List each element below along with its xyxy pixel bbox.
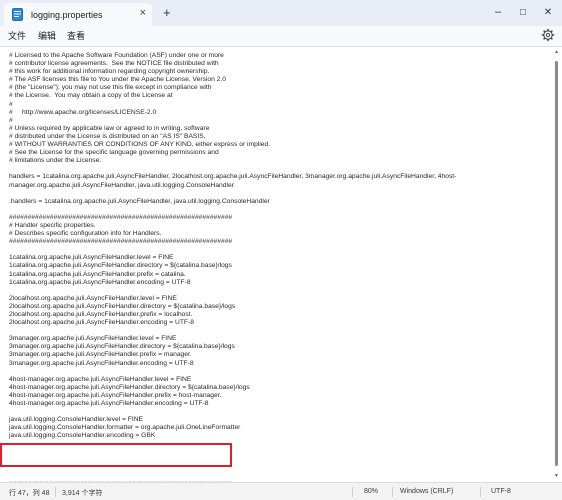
editor-line: # Licensed to the Apache Software Founda…	[9, 52, 224, 59]
editor-line: 2localhost.org.apache.juli.AsyncFileHand…	[9, 294, 177, 302]
file-encoding[interactable]: UTF-8	[491, 488, 511, 495]
editor-line: java.util.logging.ConsoleHandler.level =…	[9, 416, 144, 424]
editor-line: # distributed under the License is distr…	[9, 132, 206, 140]
character-count: 3,914 个字符	[62, 490, 103, 497]
editor-line: 1catalina.org.apache.juli.AsyncFileHandl…	[9, 270, 186, 278]
editor-line: # The ASF licenses this file to You unde…	[9, 76, 226, 84]
scroll-thumb[interactable]	[555, 61, 558, 466]
menu-bar: 文件 编辑 查看	[0, 26, 562, 46]
editor-line: 4host-manager.org.apache.juli.AsyncFileH…	[9, 375, 192, 383]
editor-line: # Handler specific properties.	[9, 221, 96, 229]
maximize-button[interactable]: □	[513, 2, 533, 22]
editor-content[interactable]: # Licensed to the Apache Software Founda…	[9, 52, 549, 489]
editor-line: # (the "License"); you may not use this …	[9, 84, 212, 92]
cursor-position: 行 47，列 48	[9, 490, 50, 497]
editor-line: 1catalina.org.apache.juli.AsyncFileHandl…	[9, 262, 232, 270]
status-divider	[392, 487, 393, 497]
editor-line: java.util.logging.ConsoleHandler.formatt…	[9, 424, 241, 432]
editor-line: 2localhost.org.apache.juli.AsyncFileHand…	[9, 319, 194, 327]
scroll-down-icon[interactable]: ▼	[554, 473, 559, 479]
editor-line: # Describes specific configuration info …	[9, 230, 162, 238]
tab-close-icon[interactable]: ×	[140, 7, 146, 19]
editor-line: 2localhost.org.apache.juli.AsyncFileHand…	[9, 302, 236, 310]
notepad-file-icon	[12, 8, 23, 21]
editor-line: # this work for additional information r…	[9, 68, 210, 76]
editor-line: ########################################…	[9, 238, 233, 246]
editor-line: # WITHOUT WARRANTIES OR CONDITIONS OF AN…	[9, 141, 271, 149]
text-editor[interactable]: # Licensed to the Apache Software Founda…	[0, 46, 562, 488]
editor-line: # See the License for the specific langu…	[9, 149, 219, 157]
settings-gear-icon[interactable]	[541, 28, 555, 42]
editor-line: java.util.logging.ConsoleHandler.encodin…	[9, 432, 156, 440]
vertical-scrollbar[interactable]: ▲ ▼	[553, 49, 560, 481]
editor-line: 4host-manager.org.apache.juli.AsyncFileH…	[9, 383, 250, 391]
editor-line: 2localhost.org.apache.juli.AsyncFileHand…	[9, 311, 193, 318]
editor-line: 3manager.org.apache.juli.AsyncFileHandle…	[9, 335, 177, 343]
editor-line: manager.org.apache.juli.AsyncFileHandler…	[9, 181, 234, 189]
minimize-button[interactable]: –	[488, 2, 508, 22]
status-divider	[55, 487, 56, 497]
editor-line: # limitations under the License.	[9, 157, 102, 165]
menu-edit[interactable]: 编辑	[38, 29, 56, 42]
editor-line: 1catalina.org.apache.juli.AsyncFileHandl…	[9, 278, 191, 286]
editor-line: 3manager.org.apache.juli.AsyncFileHandle…	[9, 343, 235, 351]
title-bar: logging.properties × + – □ ✕	[0, 0, 562, 26]
tab-title: logging.properties	[31, 9, 103, 20]
editor-line: .handlers = 1catalina.org.apache.juli.As…	[9, 197, 270, 205]
zoom-level[interactable]: 80%	[364, 488, 378, 495]
editor-line: ########################################…	[9, 213, 233, 221]
menu-view[interactable]: 查看	[67, 29, 85, 42]
editor-line: handlers = 1catalina.org.apache.juli.Asy…	[9, 173, 457, 181]
editor-line: # http://www.apache.org/licenses/LICENSE…	[9, 108, 157, 116]
highlight-box	[0, 443, 232, 467]
editor-line: # Unless required by applicable law or a…	[9, 124, 210, 132]
status-divider	[352, 487, 353, 497]
editor-line: # the License. You may obtain a copy of …	[9, 92, 173, 100]
editor-line: 3manager.org.apache.juli.AsyncFileHandle…	[9, 359, 194, 367]
close-window-button[interactable]: ✕	[538, 2, 558, 22]
tab-logging-properties[interactable]: logging.properties ×	[4, 3, 152, 26]
editor-line: 3manager.org.apache.juli.AsyncFileHandle…	[9, 351, 192, 359]
menu-file[interactable]: 文件	[8, 29, 26, 42]
scroll-up-icon[interactable]: ▲	[554, 49, 559, 55]
editor-line: 1catalina.org.apache.juli.AsyncFileHandl…	[9, 254, 174, 262]
editor-line: #	[9, 100, 13, 108]
editor-line: # contributor license agreements. See th…	[9, 60, 219, 68]
line-ending[interactable]: Windows (CRLF)	[400, 488, 453, 495]
status-bar: 行 47，列 48 3,914 个字符 80% Windows (CRLF) U…	[0, 482, 562, 500]
status-divider	[480, 487, 481, 497]
editor-line: #	[9, 116, 13, 124]
editor-line: 4host-manager.org.apache.juli.AsyncFileH…	[9, 391, 222, 399]
new-tab-button[interactable]: +	[163, 5, 171, 20]
editor-line: 4host-manager.org.apache.juli.AsyncFileH…	[9, 400, 209, 408]
